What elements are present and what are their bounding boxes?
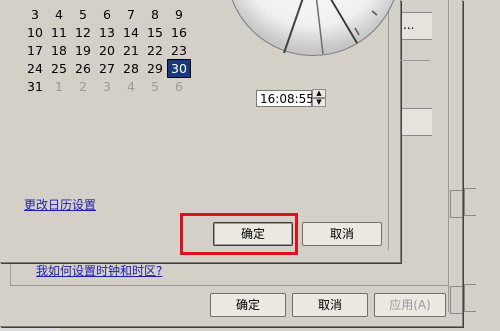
calendar-day[interactable]: 9 xyxy=(168,6,190,23)
time-input[interactable]: 16:08:55 xyxy=(256,90,314,107)
calendar-day-selected[interactable]: 30 xyxy=(167,59,191,78)
calendar-day[interactable]: 3 xyxy=(24,6,46,23)
cancel-button[interactable]: 取消 xyxy=(302,222,382,246)
calendar-day[interactable]: 18 xyxy=(48,42,70,59)
calendar-day[interactable]: 12 xyxy=(72,24,94,41)
change-calendar-settings-link[interactable]: 更改日历设置 xyxy=(24,196,96,213)
back-ok-button[interactable]: 确定 xyxy=(210,293,286,317)
analog-clock xyxy=(226,0,402,56)
calendar-day[interactable]: 23 xyxy=(168,42,190,59)
calendar-day-next-month[interactable]: 3 xyxy=(96,78,118,95)
time-spinner[interactable]: ▲ ▼ xyxy=(312,89,326,108)
calendar-week-row: 31 1 2 3 4 5 6 xyxy=(24,78,194,96)
partial-button-label: ... xyxy=(403,18,415,32)
calendar-day[interactable]: 24 xyxy=(24,60,46,77)
calendar-day-next-month[interactable]: 5 xyxy=(144,78,166,95)
calendar-day-next-month[interactable]: 4 xyxy=(120,78,142,95)
highlight-annotation xyxy=(180,213,298,255)
calendar-day[interactable]: 17 xyxy=(24,42,46,59)
partial-button-2[interactable] xyxy=(400,108,432,136)
partial-button-6[interactable] xyxy=(464,284,476,312)
calendar-day[interactable]: 13 xyxy=(96,24,118,41)
calendar-day-next-month[interactable]: 2 xyxy=(72,78,94,95)
calendar-day[interactable]: 7 xyxy=(120,6,142,23)
calendar-day[interactable]: 8 xyxy=(144,6,166,23)
spin-up-icon[interactable]: ▲ xyxy=(312,89,326,98)
calendar-day[interactable]: 21 xyxy=(120,42,142,59)
calendar-day[interactable]: 25 xyxy=(48,60,70,77)
groupbox-bottom xyxy=(10,285,448,286)
calendar-day[interactable]: 5 xyxy=(72,6,94,23)
partial-button[interactable]: ... xyxy=(400,12,432,40)
calendar-day[interactable]: 28 xyxy=(120,60,142,77)
divider xyxy=(400,60,430,61)
calendar-day[interactable]: 20 xyxy=(96,42,118,59)
partial-button-4[interactable] xyxy=(450,286,462,314)
clock-hands-icon xyxy=(283,0,378,55)
calendar-week-row: 17 18 19 20 21 22 23 xyxy=(24,42,194,60)
calendar-week-row: 24 25 26 27 28 29 30 xyxy=(24,59,194,78)
calendar-day[interactable]: 27 xyxy=(96,60,118,77)
calendar-day[interactable]: 10 xyxy=(24,24,46,41)
calendar-day[interactable]: 16 xyxy=(168,24,190,41)
calendar-day[interactable]: 26 xyxy=(72,60,94,77)
window-edge xyxy=(448,0,449,312)
calendar-day[interactable]: 31 xyxy=(24,78,46,95)
calendar-day[interactable]: 19 xyxy=(72,42,94,59)
spin-down-icon[interactable]: ▼ xyxy=(312,98,326,107)
calendar-day[interactable]: 6 xyxy=(96,6,118,23)
calendar-day[interactable]: 14 xyxy=(120,24,142,41)
partial-button-5[interactable] xyxy=(464,188,476,216)
calendar-grid: 3 4 5 6 7 8 9 10 11 12 13 14 15 16 17 18… xyxy=(24,6,194,96)
apply-button[interactable]: 应用(A) xyxy=(374,293,446,317)
calendar-day[interactable]: 4 xyxy=(48,6,70,23)
clock-face xyxy=(226,0,400,56)
back-cancel-button[interactable]: 取消 xyxy=(292,293,368,317)
calendar-day[interactable]: 15 xyxy=(144,24,166,41)
calendar-week-row: 10 11 12 13 14 15 16 xyxy=(24,24,194,42)
calendar-day[interactable]: 11 xyxy=(48,24,70,41)
calendar-day[interactable]: 29 xyxy=(144,60,166,77)
calendar-day-next-month[interactable]: 1 xyxy=(48,78,70,95)
partial-button-3[interactable] xyxy=(450,190,462,218)
calendar-day[interactable]: 22 xyxy=(144,42,166,59)
calendar-week-row: 3 4 5 6 7 8 9 xyxy=(24,6,194,24)
timezone-help-link[interactable]: 我如何设置时钟和时区? xyxy=(36,262,162,279)
calendar-day-next-month[interactable]: 6 xyxy=(168,78,190,95)
